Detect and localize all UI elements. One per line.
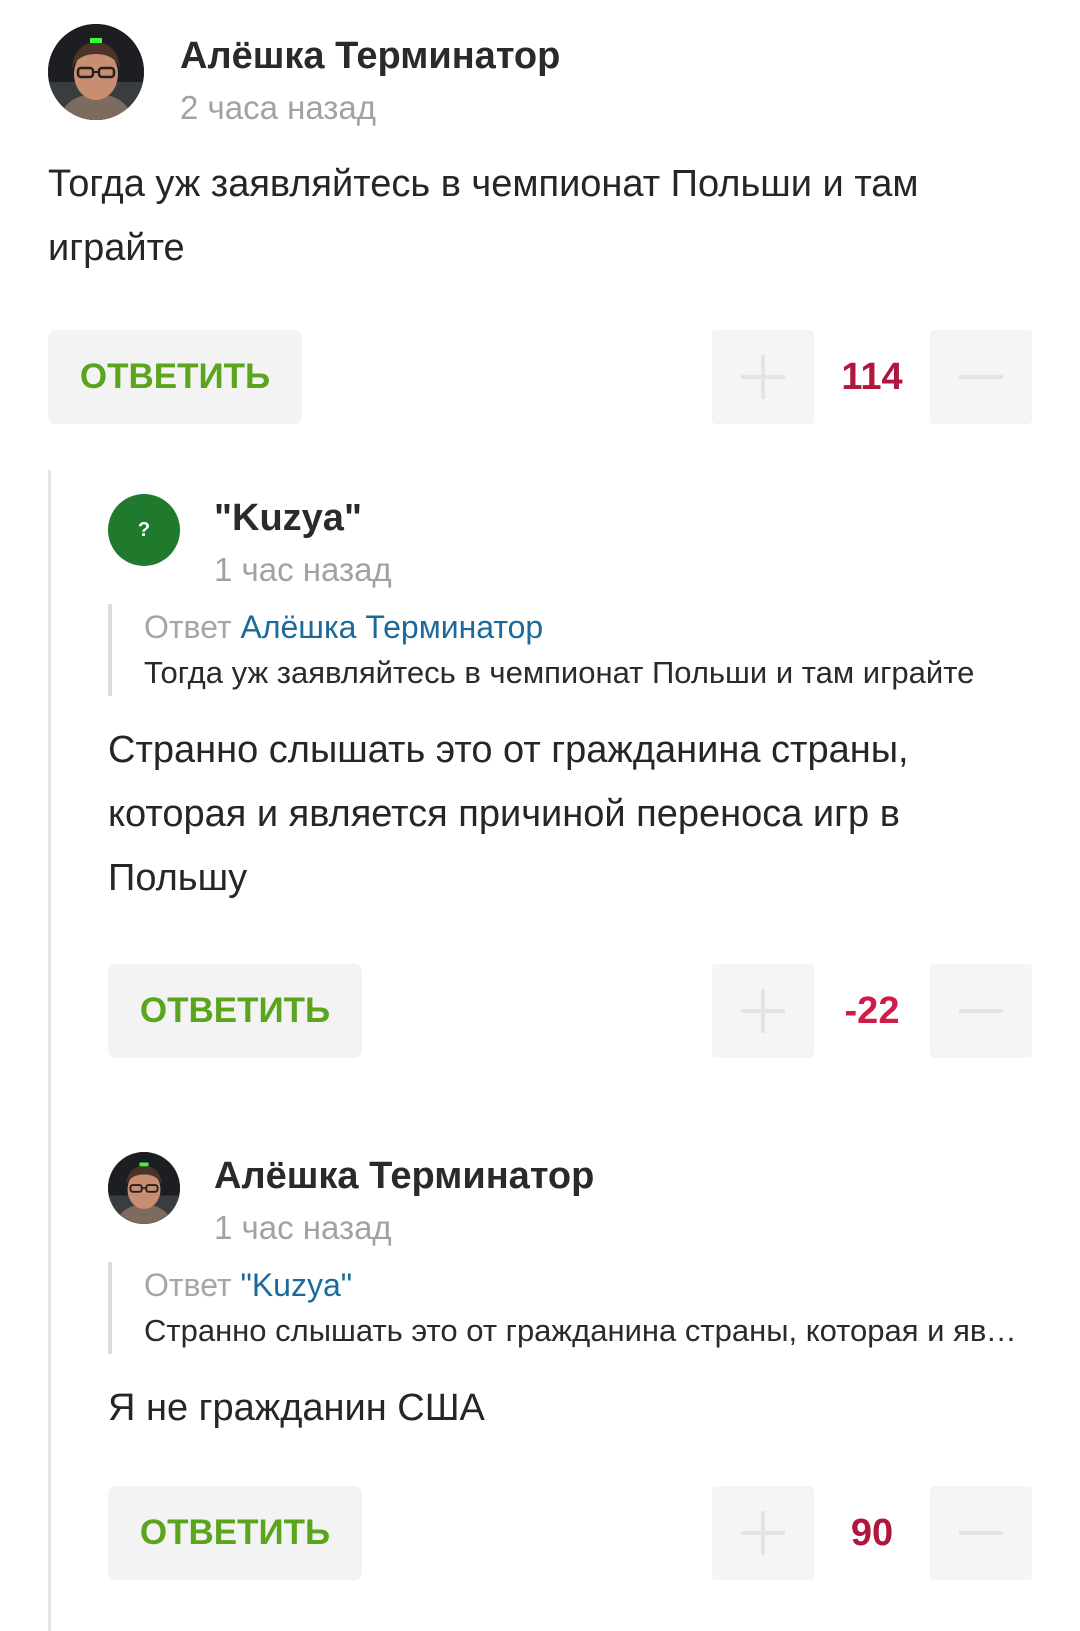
comment: Алёшка Терминатор 1 час назад Ответ "Kuz… xyxy=(108,1152,1032,1580)
quote-author-link[interactable]: "Kuzya" xyxy=(240,1267,352,1303)
user-photo-icon xyxy=(108,1152,180,1224)
comment-score: -22 xyxy=(844,989,900,1032)
plus-icon xyxy=(741,989,785,1033)
comment-text: Тогда уж заявляйтесь в чемпионат Польши … xyxy=(48,163,919,269)
quote-header: Ответ "Kuzya" xyxy=(144,1262,1024,1308)
author-name[interactable]: Алёшка Терминатор xyxy=(214,1152,594,1200)
minus-icon xyxy=(959,355,1003,399)
reply-quote[interactable]: Ответ Алёшка Терминатор Тогда уж заявляй… xyxy=(108,604,1024,696)
minus-icon xyxy=(959,989,1003,1033)
minus-icon xyxy=(959,1511,1003,1555)
question-mark-icon: ? xyxy=(137,518,151,541)
comment: Алёшка Терминатор 2 часа назад Тогда уж … xyxy=(48,24,1032,424)
downvote-button[interactable] xyxy=(930,964,1032,1058)
upvote-button[interactable] xyxy=(712,1486,814,1580)
comment-meta: "Kuzya" 1 час назад xyxy=(214,494,392,592)
reply-button[interactable]: ОТВЕТИТЬ xyxy=(108,964,362,1058)
anonymous-avatar[interactable]: ? xyxy=(108,494,180,566)
comment-actions: ОТВЕТИТЬ -22 xyxy=(108,964,1032,1058)
plus-icon xyxy=(741,355,785,399)
author-name[interactable]: Алёшка Терминатор xyxy=(180,32,560,80)
plus-icon xyxy=(741,1511,785,1555)
comment-text: Я не гражданин США xyxy=(108,1387,485,1429)
upvote-button[interactable] xyxy=(712,330,814,424)
avatar[interactable] xyxy=(48,24,144,120)
quote-prefix: Ответ xyxy=(144,1267,232,1303)
downvote-button[interactable] xyxy=(930,1486,1032,1580)
upvote-button[interactable] xyxy=(712,964,814,1058)
comment-text: Странно слышать это от гражданина страны… xyxy=(108,729,909,899)
reply-quote[interactable]: Ответ "Kuzya" Странно слышать это от гра… xyxy=(108,1262,1024,1354)
comments-thread: Алёшка Терминатор 2 часа назад Тогда уж … xyxy=(0,0,1080,1631)
reply-thread-line xyxy=(48,470,51,1631)
comment-meta: Алёшка Терминатор 1 час назад xyxy=(214,1152,594,1250)
comment-meta: Алёшка Терминатор 2 часа назад xyxy=(180,24,560,130)
quote-text: Тогда уж заявляйтесь в чемпионат Польши … xyxy=(144,655,975,690)
downvote-button[interactable] xyxy=(930,330,1032,424)
author-name[interactable]: "Kuzya" xyxy=(214,494,392,542)
comment-header: Алёшка Терминатор 2 часа назад xyxy=(48,24,1032,126)
avatar[interactable] xyxy=(108,1152,180,1224)
comment-actions: ОТВЕТИТЬ 114 xyxy=(48,330,1032,424)
quote-text: Странно слышать это от гражданина страны… xyxy=(144,1313,1024,1348)
comment-header: Алёшка Терминатор 1 час назад xyxy=(108,1152,1032,1246)
quote-prefix: Ответ xyxy=(144,609,232,645)
reply-button[interactable]: ОТВЕТИТЬ xyxy=(108,1486,362,1580)
comment-time: 1 час назад xyxy=(214,551,392,588)
comment-score: 90 xyxy=(850,1511,894,1554)
comment-actions: ОТВЕТИТЬ 90 xyxy=(108,1486,1032,1580)
reply-button[interactable]: ОТВЕТИТЬ xyxy=(48,330,302,424)
comment-time: 2 часа назад xyxy=(180,89,377,126)
comment-header: ? "Kuzya" 1 час назад xyxy=(108,494,1032,588)
comment: ? "Kuzya" 1 час назад Ответ Алёшка Терми… xyxy=(108,494,1032,1058)
user-photo-icon xyxy=(48,24,144,120)
comment-time: 1 час назад xyxy=(214,1209,392,1246)
comment-score: 114 xyxy=(841,355,903,398)
quote-author-link[interactable]: Алёшка Терминатор xyxy=(240,609,543,645)
quote-header: Ответ Алёшка Терминатор xyxy=(144,604,1024,650)
